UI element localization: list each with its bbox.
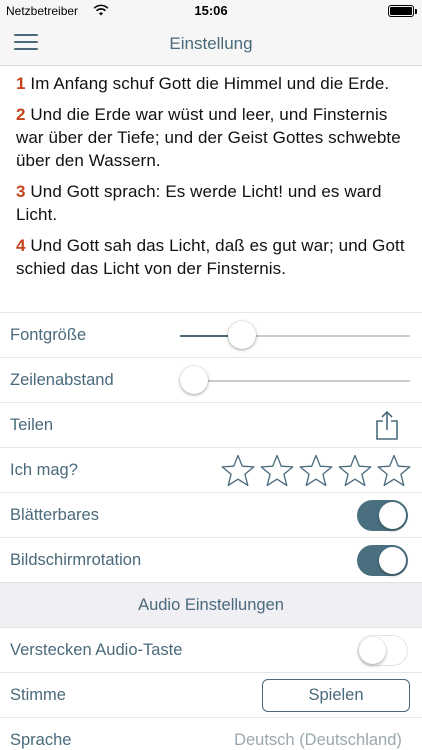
audio-section-title: Audio Einstellungen	[138, 596, 284, 614]
rating-label: Ich mag?	[10, 461, 78, 479]
settings-list: Fontgröße Zeilenabstand Teilen Ich mag?	[0, 312, 422, 750]
verse-text: Und die Erde war wüst und leer, und Fins…	[16, 105, 401, 170]
star-rating[interactable]	[220, 453, 412, 489]
play-button[interactable]: Spielen	[262, 679, 410, 712]
rotation-label: Bildschirmrotation	[10, 551, 142, 569]
hide-audio-label: Verstecken Audio-Taste	[10, 641, 183, 659]
paging-toggle[interactable]	[357, 500, 408, 531]
text-preview: 1 Im Anfang schuf Gott die Himmel und di…	[0, 66, 422, 312]
rating-row: Ich mag?	[0, 447, 422, 492]
verse-number: 4	[16, 236, 26, 255]
hide-audio-toggle[interactable]	[357, 635, 408, 666]
line-spacing-slider[interactable]	[180, 366, 410, 394]
clock: 15:06	[194, 3, 228, 18]
slider-thumb[interactable]	[228, 321, 257, 349]
verse-number: 3	[16, 182, 26, 201]
line-spacing-row: Zeilenabstand	[0, 357, 422, 402]
status-bar: Netzbetreiber 15:06	[0, 0, 422, 22]
share-icon[interactable]	[374, 410, 400, 440]
voice-row: Stimme Spielen	[0, 672, 422, 717]
paging-label: Blätterbares	[10, 506, 99, 524]
verse-text: Im Anfang schuf Gott die Himmel und die …	[25, 74, 390, 93]
star-outline-icon[interactable]	[220, 453, 256, 489]
star-outline-icon[interactable]	[337, 453, 373, 489]
battery-icon	[388, 5, 417, 17]
navigation-bar: Einstellung	[0, 22, 422, 66]
share-label: Teilen	[10, 416, 54, 434]
star-outline-icon[interactable]	[259, 453, 295, 489]
language-label: Sprache	[10, 731, 72, 749]
language-select[interactable]: Deutsch (Deutschland)	[226, 731, 410, 750]
verse-number: 2	[16, 105, 26, 124]
verse: 3 Und Gott sprach: Es werde Licht! und e…	[16, 180, 406, 226]
battery-fill	[390, 7, 412, 15]
rotation-toggle[interactable]	[357, 545, 408, 576]
font-size-slider[interactable]	[180, 321, 410, 349]
line-spacing-label: Zeilenabstand	[10, 371, 114, 389]
rotation-row: Bildschirmrotation	[0, 537, 422, 582]
verse-text: Und Gott sah das Licht, daß es gut war; …	[16, 236, 405, 278]
verse: 1 Im Anfang schuf Gott die Himmel und di…	[16, 72, 406, 95]
star-outline-icon[interactable]	[376, 453, 412, 489]
verse: 4 Und Gott sah das Licht, daß es gut war…	[16, 234, 406, 280]
hide-audio-row: Verstecken Audio-Taste	[0, 627, 422, 672]
star-outline-icon[interactable]	[298, 453, 334, 489]
font-size-row: Fontgröße	[0, 312, 422, 357]
share-row[interactable]: Teilen	[0, 402, 422, 447]
slider-thumb[interactable]	[180, 366, 208, 394]
audio-section-header: Audio Einstellungen	[0, 582, 422, 627]
language-row: Sprache Deutsch (Deutschland)	[0, 717, 422, 750]
font-size-label: Fontgröße	[10, 326, 87, 344]
voice-label: Stimme	[10, 686, 66, 704]
paging-row: Blätterbares	[0, 492, 422, 537]
verse-text: Und Gott sprach: Es werde Licht! und es …	[16, 182, 382, 224]
verse: 2 Und die Erde war wüst und leer, und Fi…	[16, 103, 406, 172]
page-title: Einstellung	[169, 34, 253, 53]
verse-number: 1	[16, 74, 26, 93]
